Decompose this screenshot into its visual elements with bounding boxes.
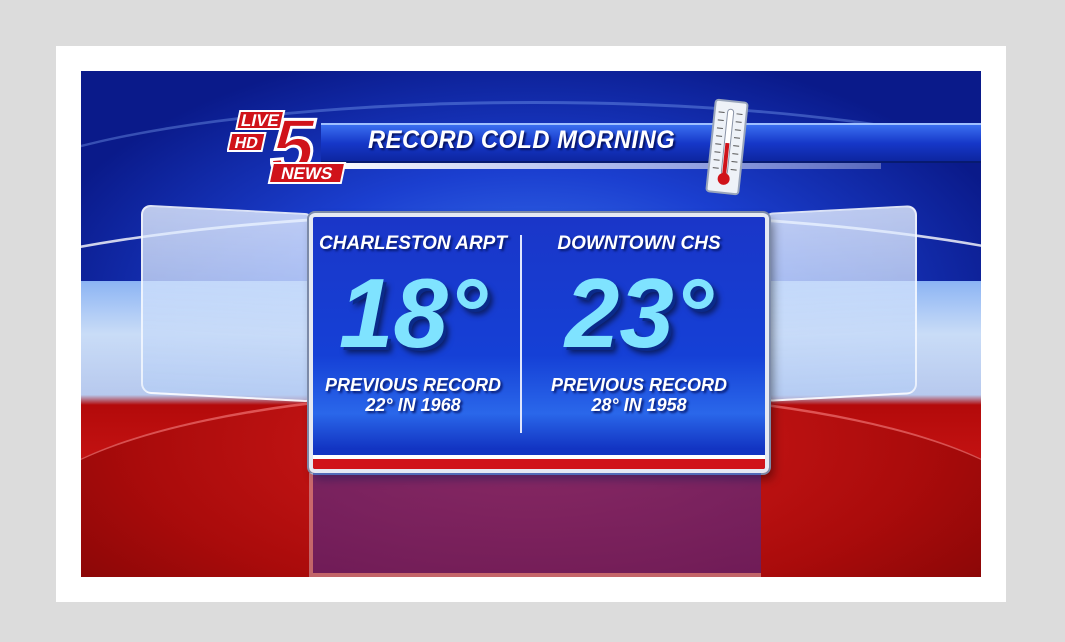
glass-panel-left <box>141 204 315 403</box>
board-divider <box>520 235 522 433</box>
logo-hd-text: HD <box>233 134 260 152</box>
logo-live-text: LIVE <box>239 110 281 130</box>
location-label: DOWNTOWN CHS <box>557 233 721 254</box>
broadcast-screen: RECORD COLD MORNING LIVE HD 5 NEWS CHARL… <box>81 71 981 577</box>
station-column-left: CHARLESTON ARPT 18° PREVIOUS RECORD 22° … <box>313 233 513 415</box>
station-logo: LIVE HD 5 NEWS <box>227 107 347 187</box>
record-line-2: 28° IN 1958 <box>591 395 687 415</box>
record-line-1: PREVIOUS RECORD <box>550 375 728 395</box>
station-column-right: DOWNTOWN CHS 23° PREVIOUS RECORD 28° IN … <box>539 233 739 415</box>
record-line-2: 22° IN 1968 <box>365 395 461 415</box>
reflection-panel <box>309 473 761 577</box>
temperature-value: 18° <box>338 258 488 368</box>
banner-stripe <box>321 163 881 169</box>
temperature-value: 23° <box>564 258 714 368</box>
thermometer-icon <box>705 98 749 196</box>
glass-panel-right <box>763 204 917 403</box>
logo-news-text: NEWS <box>279 163 334 183</box>
record-line-1: PREVIOUS RECORD <box>324 375 502 395</box>
location-label: CHARLESTON ARPT <box>319 233 507 254</box>
banner-title: RECORD COLD MORNING <box>368 126 676 154</box>
board-bottom-stripe <box>313 455 765 469</box>
temperature-board: CHARLESTON ARPT 18° PREVIOUS RECORD 22° … <box>309 213 769 473</box>
board-reflection <box>309 473 761 577</box>
